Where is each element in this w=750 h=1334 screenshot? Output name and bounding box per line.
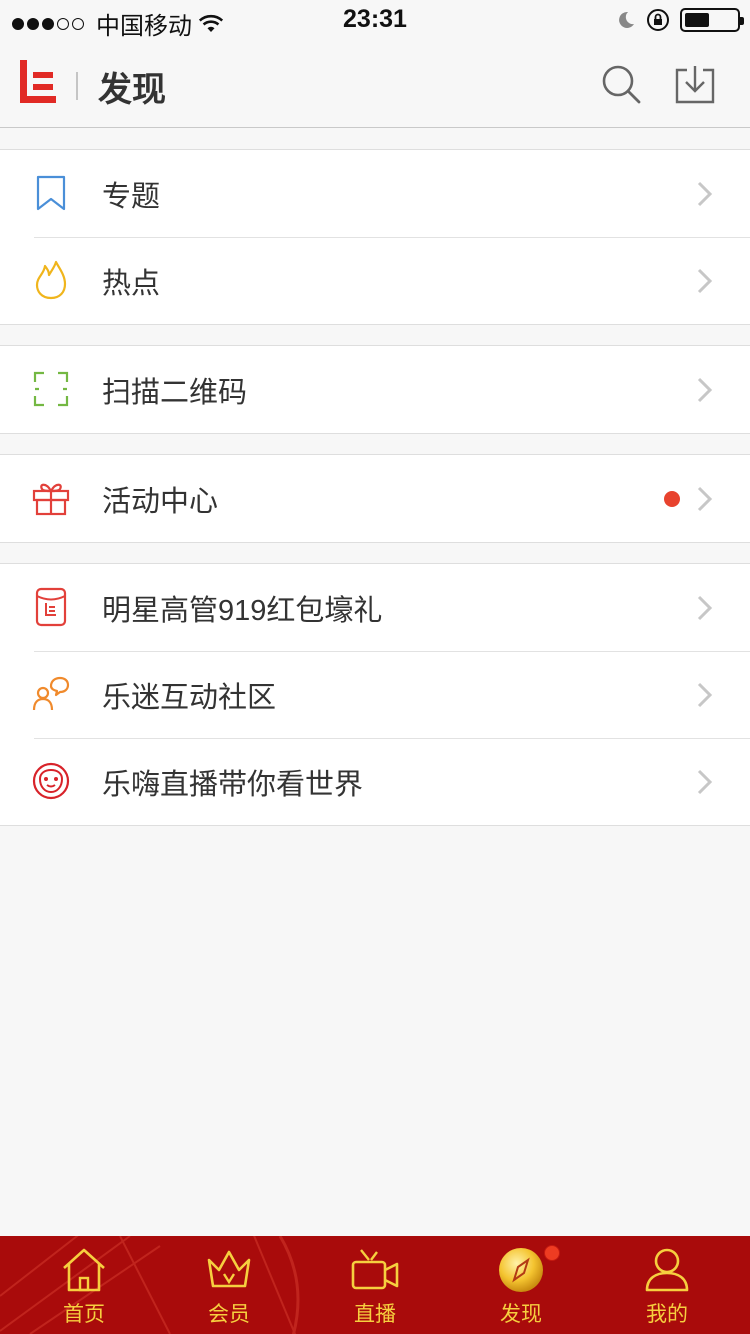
compass-icon bbox=[499, 1248, 543, 1292]
tab-home[interactable]: 首页 bbox=[9, 1236, 159, 1334]
moon-icon bbox=[619, 11, 634, 28]
list-item-label: 活动中心 bbox=[102, 485, 219, 518]
gift-icon bbox=[32, 483, 70, 516]
list-group: 明星高管919红包壕礼 乐迷互动社区 乐嗨直播带你看世界 bbox=[0, 563, 750, 826]
tab-vip[interactable]: 会员 bbox=[154, 1236, 304, 1334]
community-icon bbox=[32, 676, 70, 711]
tab-label: 会员 bbox=[208, 1303, 250, 1326]
search-button[interactable] bbox=[597, 60, 645, 108]
tab-live[interactable]: 直播 bbox=[300, 1236, 450, 1334]
tab-label: 直播 bbox=[354, 1303, 396, 1326]
rotation-lock-icon bbox=[647, 9, 669, 31]
download-button[interactable] bbox=[671, 60, 719, 108]
status-bar: 中国移动 23:31 bbox=[0, 0, 750, 40]
bookmark-icon bbox=[36, 175, 66, 211]
chevron-right-icon bbox=[697, 486, 713, 512]
nav-bar: 发现 bbox=[0, 40, 750, 128]
live-face-icon bbox=[32, 762, 70, 800]
list-group: 专题 热点 bbox=[0, 149, 750, 325]
video-camera-icon bbox=[351, 1249, 399, 1290]
list-item-red-packet[interactable]: 明星高管919红包壕礼 bbox=[0, 564, 750, 651]
tab-label: 我的 bbox=[646, 1303, 688, 1326]
chevron-right-icon bbox=[697, 268, 713, 294]
chevron-right-icon bbox=[697, 595, 713, 621]
list-item-label: 乐迷互动社区 bbox=[102, 681, 277, 714]
list-item-label: 乐嗨直播带你看世界 bbox=[102, 768, 364, 801]
notification-dot bbox=[664, 491, 680, 507]
list-item-lehi-live[interactable]: 乐嗨直播带你看世界 bbox=[0, 738, 750, 825]
tab-mine[interactable]: 我的 bbox=[592, 1236, 742, 1334]
list-item-activity-center[interactable]: 活动中心 bbox=[0, 455, 750, 542]
chevron-right-icon bbox=[697, 682, 713, 708]
chevron-right-icon bbox=[697, 377, 713, 403]
home-icon bbox=[63, 1248, 105, 1292]
list-item-label: 扫描二维码 bbox=[102, 376, 248, 409]
list-item-label: 明星高管919红包壕礼 bbox=[102, 594, 383, 627]
page-title: 发现 bbox=[98, 71, 166, 109]
list-item-topics[interactable]: 专题 bbox=[0, 150, 750, 237]
discover-list: 专题 热点 扫描二维码 活动中心 明星高管919红包壕礼 乐迷互动社区 乐嗨直播… bbox=[0, 129, 750, 826]
scan-icon bbox=[33, 371, 69, 407]
tab-discover[interactable]: 发现 bbox=[446, 1236, 596, 1334]
list-item-label: 专题 bbox=[102, 180, 161, 213]
list-item-fan-community[interactable]: 乐迷互动社区 bbox=[0, 651, 750, 738]
list-group: 活动中心 bbox=[0, 454, 750, 543]
status-right bbox=[616, 8, 744, 32]
user-icon bbox=[645, 1248, 689, 1292]
chevron-right-icon bbox=[697, 769, 713, 795]
list-item-scan-qr[interactable]: 扫描二维码 bbox=[0, 346, 750, 433]
list-group: 扫描二维码 bbox=[0, 345, 750, 434]
chevron-right-icon bbox=[697, 181, 713, 207]
red-packet-icon bbox=[35, 587, 67, 627]
nav-divider bbox=[76, 72, 78, 100]
battery-icon bbox=[680, 8, 744, 32]
notification-dot bbox=[544, 1245, 560, 1261]
tab-bar: 首页 会员 直播 发现 我的 bbox=[0, 1236, 750, 1334]
search-icon bbox=[602, 65, 641, 104]
tab-label: 发现 bbox=[500, 1303, 542, 1326]
download-icon bbox=[675, 66, 715, 104]
list-item-hot[interactable]: 热点 bbox=[0, 237, 750, 324]
letv-logo-icon[interactable] bbox=[18, 58, 58, 106]
crown-icon bbox=[207, 1250, 251, 1288]
flame-icon bbox=[35, 260, 67, 300]
list-item-label: 热点 bbox=[102, 267, 161, 300]
tab-label: 首页 bbox=[63, 1303, 105, 1326]
